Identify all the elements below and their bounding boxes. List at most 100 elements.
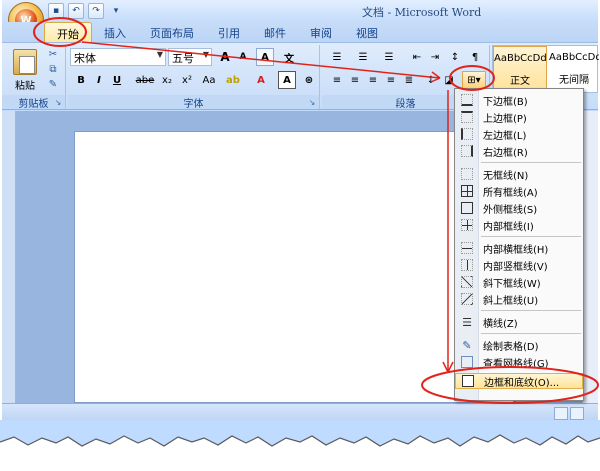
increase-indent-icon[interactable]: ⇥: [426, 48, 444, 66]
bottom-border-icon: [461, 94, 473, 106]
menu-item-top-border[interactable]: 上边框(P): [455, 109, 583, 125]
enclose-char-icon[interactable]: ⊛: [300, 71, 318, 89]
menu-item-inside-horizontal-border[interactable]: 内部横框线(H): [455, 240, 583, 256]
tab-home[interactable]: 开始: [44, 22, 92, 42]
inside-vertical-border-icon: [461, 259, 473, 271]
menu-item-diagonal-down-border[interactable]: 斜下框线(W): [455, 274, 583, 290]
chevron-down-icon: ▼: [202, 50, 209, 59]
tab-page-layout[interactable]: 页面布局: [138, 22, 206, 42]
decrease-indent-icon[interactable]: ⇤: [408, 48, 426, 66]
borders-button[interactable]: ⊞▾: [462, 71, 486, 89]
menu-item-all-borders[interactable]: 所有框线(A): [455, 183, 583, 199]
style-name: 正文: [510, 76, 530, 87]
outside-borders-icon: [461, 202, 473, 214]
format-painter-icon[interactable]: ✎: [46, 78, 60, 92]
style-no-spacing[interactable]: AaBbCcDd 无间隔: [549, 46, 599, 92]
chevron-down-icon: ▼: [156, 50, 163, 59]
show-marks-icon[interactable]: ¶: [466, 48, 484, 66]
tab-view[interactable]: 视图: [344, 22, 390, 42]
menu-separator: [481, 310, 581, 311]
strikethrough-button[interactable]: abe: [134, 71, 156, 89]
menu-item-inside-vertical-border[interactable]: 内部竖框线(V): [455, 257, 583, 273]
tab-insert[interactable]: 插入: [92, 22, 138, 42]
inside-borders-icon: [461, 219, 473, 231]
bullets-icon[interactable]: ☰: [328, 48, 346, 66]
right-border-icon: [461, 145, 473, 157]
line-spacing-icon[interactable]: ↕: [422, 71, 440, 89]
copy-icon[interactable]: ⧉: [46, 63, 60, 77]
left-border-icon: [461, 128, 473, 140]
font-name-value: 宋体: [74, 52, 96, 65]
diagonal-down-border-icon: [461, 276, 473, 288]
menu-item-draw-table[interactable]: ✎ 绘制表格(D): [455, 337, 583, 353]
menu-item-right-border[interactable]: 右边框(R): [455, 143, 583, 159]
align-right-icon[interactable]: ≡: [364, 71, 382, 89]
menu-item-horizontal-line[interactable]: ☰ 横线(Z): [455, 314, 583, 330]
shading-icon[interactable]: ◪: [440, 71, 458, 89]
sort-icon[interactable]: ↕: [446, 48, 464, 66]
font-color-icon[interactable]: A: [252, 71, 270, 89]
print-layout-view-icon[interactable]: [554, 407, 568, 420]
menu-item-diagonal-up-border[interactable]: 斜上框线(U): [455, 291, 583, 307]
tab-mailings[interactable]: 邮件: [252, 22, 298, 42]
underline-button[interactable]: U: [108, 71, 126, 89]
highlight-icon[interactable]: ab: [224, 71, 242, 89]
char-border-button[interactable]: A: [278, 71, 296, 89]
paste-icon: [13, 49, 37, 75]
full-screen-view-icon[interactable]: [570, 407, 584, 420]
paste-button[interactable]: 粘贴: [8, 49, 42, 92]
ribbon-tabs: 开始 插入 页面布局 引用 邮件 审阅 视图: [2, 22, 598, 42]
superscript-button[interactable]: x²: [178, 71, 196, 89]
cut-icon[interactable]: ✂: [46, 48, 60, 62]
vertical-ruler: [2, 111, 16, 403]
style-name: 无间隔: [559, 75, 589, 86]
menu-item-left-border[interactable]: 左边框(L): [455, 126, 583, 142]
borders-shading-icon: [462, 375, 474, 387]
italic-button[interactable]: I: [90, 71, 108, 89]
torn-edge: [0, 420, 600, 447]
customize-icon[interactable]: ▾: [108, 3, 124, 19]
style-normal[interactable]: AaBbCcDd 正文: [493, 46, 547, 92]
menu-separator: [481, 162, 581, 163]
shrink-font-button[interactable]: A: [234, 48, 252, 66]
change-case-button[interactable]: Aa: [198, 71, 220, 89]
menu-item-borders-and-shading[interactable]: 边框和底纹(O)...: [455, 373, 583, 389]
bold-button[interactable]: B: [72, 71, 90, 89]
align-center-icon[interactable]: ≡: [346, 71, 364, 89]
undo-icon[interactable]: ↶: [68, 3, 84, 19]
grow-font-button[interactable]: A: [216, 48, 234, 66]
vertical-scrollbar[interactable]: [582, 111, 598, 403]
document-page[interactable]: [74, 131, 514, 403]
menu-item-no-border[interactable]: 无框线(N): [455, 166, 583, 182]
phonetic-guide-icon[interactable]: 文: [280, 48, 298, 66]
font-name-combo[interactable]: 宋体 ▼: [70, 48, 166, 66]
distributed-icon[interactable]: ≣: [400, 71, 418, 89]
paste-label: 粘贴: [15, 81, 35, 92]
menu-item-inside-borders[interactable]: 内部框线(I): [455, 217, 583, 233]
menu-item-outside-borders[interactable]: 外侧框线(S): [455, 200, 583, 216]
style-sample: AaBbCcDd: [494, 53, 547, 64]
align-left-icon[interactable]: ≡: [328, 71, 346, 89]
numbering-icon[interactable]: ☰: [354, 48, 372, 66]
subscript-button[interactable]: x₂: [158, 71, 176, 89]
redo-icon[interactable]: ↷: [88, 3, 104, 19]
tab-references[interactable]: 引用: [206, 22, 252, 42]
font-size-value: 五号: [172, 52, 194, 65]
all-borders-icon: [461, 185, 473, 197]
clipboard-launcher-icon[interactable]: ↘: [53, 98, 63, 108]
tab-review[interactable]: 审阅: [298, 22, 344, 42]
font-size-combo[interactable]: 五号 ▼: [168, 48, 212, 66]
styles-gallery: AaBbCcDd 正文 AaBbCcDd 无间隔: [492, 45, 599, 93]
horizontal-line-icon: ☰: [462, 315, 472, 329]
menu-item-bottom-border[interactable]: 下边框(B): [455, 92, 583, 108]
justify-icon[interactable]: ≡: [382, 71, 400, 89]
clear-formatting-button[interactable]: A: [256, 48, 274, 66]
save-icon[interactable]: ▪: [48, 3, 64, 19]
font-launcher-icon[interactable]: ↘: [307, 98, 317, 108]
clipboard-group: 粘贴 ✂ ⧉ ✎ 剪贴板 ↘: [2, 45, 66, 110]
style-sample: AaBbCcDd: [549, 52, 599, 63]
menu-item-view-gridlines[interactable]: 查看网格线(G): [455, 354, 583, 370]
menu-separator: [481, 333, 581, 334]
multilevel-list-icon[interactable]: ☰: [380, 48, 398, 66]
no-border-icon: [461, 168, 473, 180]
